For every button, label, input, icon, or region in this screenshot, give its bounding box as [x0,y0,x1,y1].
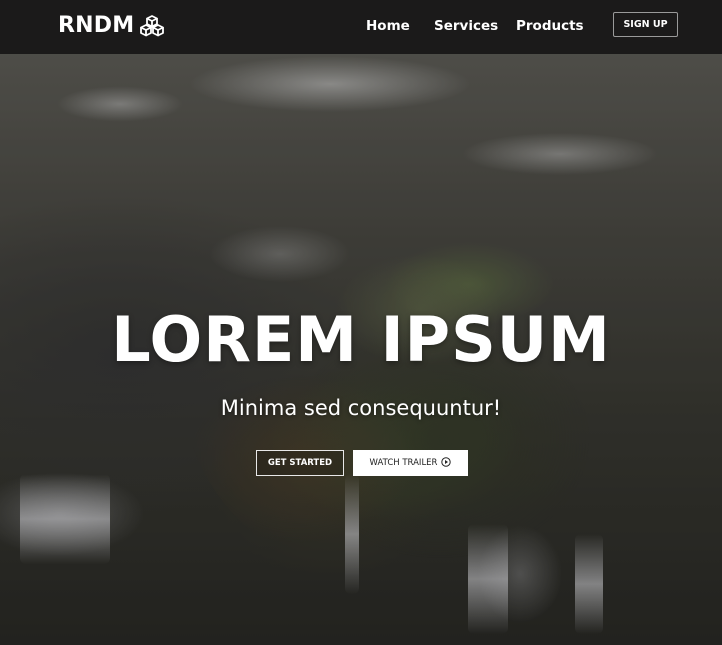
nav-link-products[interactable]: Products [516,17,584,35]
watch-trailer-label: WATCH TRAILER [369,458,438,468]
watch-trailer-button[interactable]: WATCH TRAILER [353,450,468,476]
cubes-icon [140,15,165,37]
brand-name: RNDM [58,13,135,38]
hero-title: LOREM IPSUM [111,303,611,376]
navbar: RNDM Home Services Products SIGN UP [0,0,722,54]
play-circle-icon [441,456,452,470]
hero-subtitle: Minima sed consequuntur! [220,396,502,420]
nav-link-services[interactable]: Services [434,17,498,35]
sign-up-button[interactable]: SIGN UP [613,12,678,37]
brand-logo[interactable]: RNDM [58,12,165,40]
get-started-button[interactable]: GET STARTED [256,450,344,476]
hero-section: LOREM IPSUM Minima sed consequuntur! GET… [0,54,722,645]
nav-link-home[interactable]: Home [366,17,410,35]
